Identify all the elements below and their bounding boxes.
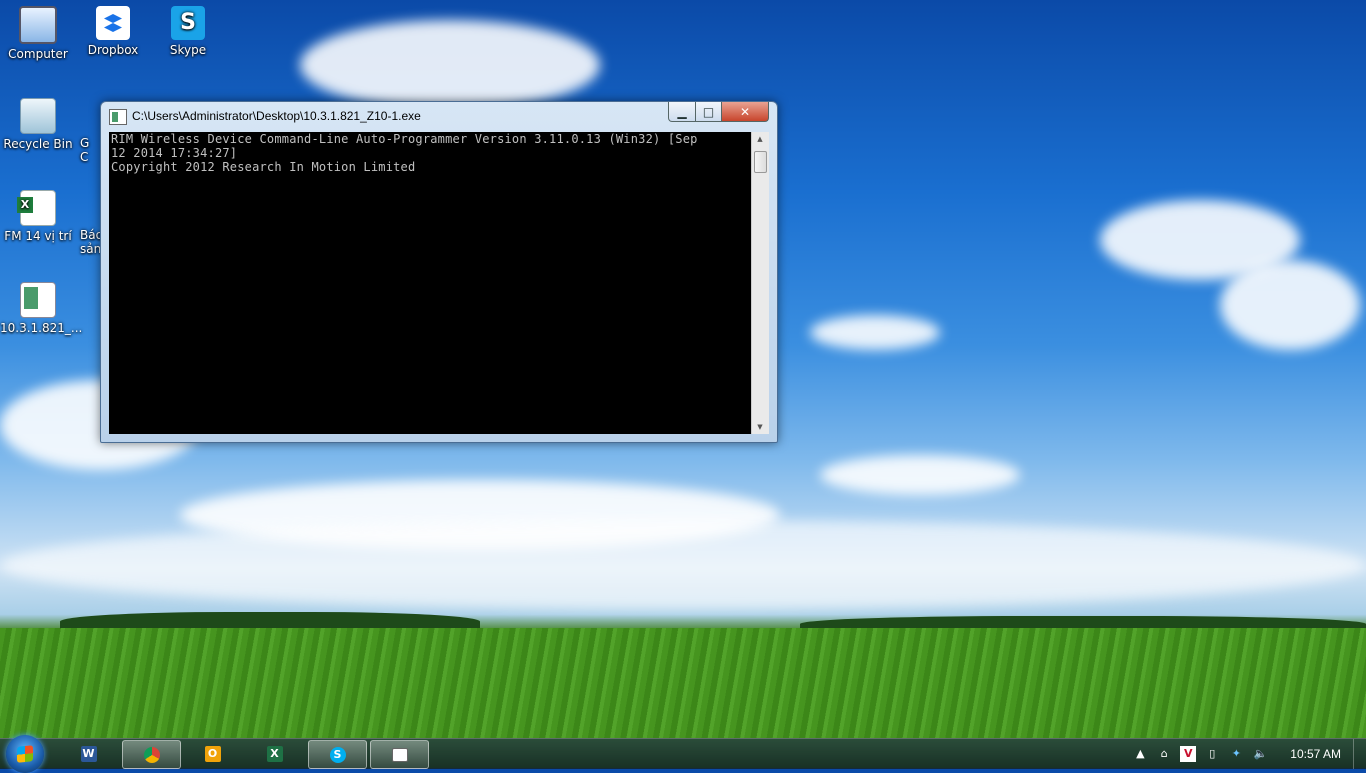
console-app-icon[interactable] xyxy=(109,109,127,125)
console-line: RIM Wireless Device Command-Line Auto-Pr… xyxy=(111,132,698,146)
cloud xyxy=(820,455,1020,495)
desktop-icon-exe-file[interactable]: 10.3.1.821_... xyxy=(0,282,83,335)
exe-file-icon xyxy=(20,282,56,318)
taskbar-button-console[interactable] xyxy=(370,740,429,769)
device-icon[interactable]: ▯ xyxy=(1204,746,1220,762)
volume-icon[interactable]: 🔈 xyxy=(1252,746,1268,762)
caption-buttons: ▁ □ ✕ xyxy=(668,102,769,122)
skype-icon: S xyxy=(329,746,346,763)
console-line: Copyright 2012 Research In Motion Limite… xyxy=(111,160,416,174)
console-icon xyxy=(391,747,408,762)
system-tray: ▲ ⌂ V ▯ ✦ 🔈 10:57 AM xyxy=(1128,739,1366,769)
cloud xyxy=(300,20,600,110)
desktop-icon-label: Skype xyxy=(169,43,207,57)
minimize-button[interactable]: ▁ xyxy=(668,102,696,122)
start-button[interactable] xyxy=(6,735,44,773)
taskbar-button-excel[interactable]: X xyxy=(246,740,303,767)
desktop-icon-skype[interactable]: S Skype xyxy=(150,6,226,57)
taskbar: W O X S ▲ ⌂ V ▯ ✦ 🔈 10:57 AM xyxy=(0,735,1366,773)
dropbox-icon xyxy=(96,6,130,40)
desktop-icon-dropbox[interactable]: Dropbox xyxy=(75,6,151,57)
dropbox-tray-icon[interactable]: ✦ xyxy=(1228,746,1244,762)
desktop-icon-label: Dropbox xyxy=(87,43,139,57)
close-button[interactable]: ✕ xyxy=(722,102,769,122)
taskbar-button-skype[interactable]: S xyxy=(308,740,367,769)
vivaldi-icon[interactable]: V xyxy=(1180,746,1197,762)
desktop-icon-computer[interactable]: Computer xyxy=(0,6,76,61)
desktop-icon-label: Recycle Bin xyxy=(3,137,73,151)
desktop-icon-recycle-bin[interactable]: Recycle Bin xyxy=(0,98,76,151)
show-desktop-button[interactable] xyxy=(1353,739,1366,769)
cloud xyxy=(1220,260,1360,350)
excel-file-icon xyxy=(17,190,56,226)
scroll-down-arrow-icon[interactable]: ▼ xyxy=(755,423,765,431)
word-icon: W xyxy=(80,745,97,762)
desktop-icon-partial[interactable]: G C xyxy=(80,136,100,164)
window-titlebar[interactable]: C:\Users\Administrator\Desktop\10.3.1.82… xyxy=(101,102,777,130)
desktop-icon-partial[interactable]: Báo sản xyxy=(80,228,103,256)
vertical-scrollbar[interactable]: ▲ ▼ xyxy=(751,132,769,434)
skype-icon: S xyxy=(171,6,205,40)
scroll-thumb[interactable] xyxy=(754,151,767,173)
cloud-bank xyxy=(0,520,1366,610)
console-window[interactable]: C:\Users\Administrator\Desktop\10.3.1.82… xyxy=(100,101,778,443)
desktop-icon-label: Báo xyxy=(80,228,103,242)
excel-icon: X xyxy=(266,745,283,762)
maximize-button[interactable]: □ xyxy=(696,102,722,122)
computer-icon xyxy=(19,6,57,44)
scroll-up-arrow-icon[interactable]: ▲ xyxy=(755,135,765,143)
desktop-icon-label: sản xyxy=(80,242,102,256)
network-icon[interactable]: ⌂ xyxy=(1156,746,1172,762)
grass-field xyxy=(0,628,1366,738)
desktop-icon-label: C xyxy=(80,150,89,164)
desktop-icon-excel-file[interactable]: FM 14 vị trí xyxy=(0,190,76,243)
desktop-icon-label: G xyxy=(80,136,90,150)
taskbar-button-chrome[interactable] xyxy=(122,740,181,769)
console-line: 12 2014 17:34:27] xyxy=(111,146,238,160)
cloud xyxy=(810,315,940,350)
clock[interactable]: 10:57 AM xyxy=(1290,747,1341,761)
console-output[interactable]: RIM Wireless Device Command-Line Auto-Pr… xyxy=(109,132,751,434)
taskbar-button-outlook[interactable]: O xyxy=(184,740,241,767)
desktop-icon-label: FM 14 vị trí xyxy=(4,229,72,243)
show-hidden-icons-button[interactable]: ▲ xyxy=(1132,746,1148,762)
outlook-icon: O xyxy=(204,745,221,762)
desktop-icon-label: Computer xyxy=(8,47,68,61)
taskbar-button-word[interactable]: W xyxy=(60,740,117,767)
recycle-bin-icon xyxy=(20,98,56,134)
desktop-icon-label: 10.3.1.821_... xyxy=(0,321,83,335)
chrome-icon xyxy=(143,746,160,763)
windows-logo-icon xyxy=(17,745,33,763)
window-title: C:\Users\Administrator\Desktop\10.3.1.82… xyxy=(132,109,421,123)
